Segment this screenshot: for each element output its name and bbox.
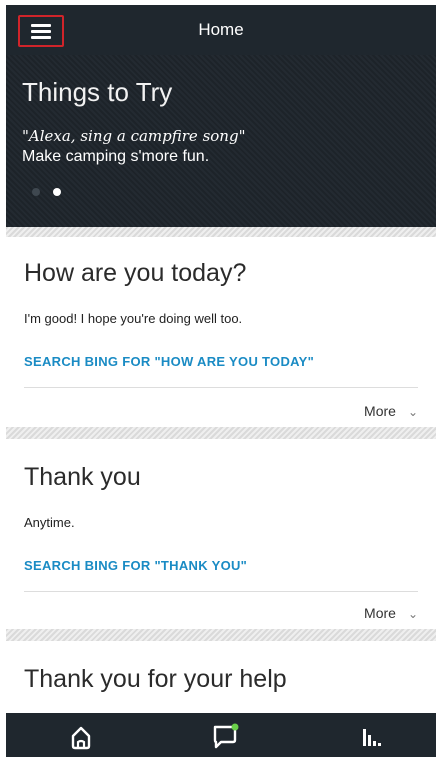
banner-title: Things to Try bbox=[22, 77, 173, 107]
banner-quote: "Alexa, sing a campfire song" bbox=[22, 127, 246, 145]
card-title: Thank you bbox=[24, 463, 141, 491]
card-response: I'm good! I hope you're doing well too. bbox=[24, 311, 243, 326]
app-frame: Home Things to Try "Alexa, sing a campfi… bbox=[6, 5, 436, 757]
card-response: Anytime. bbox=[24, 515, 75, 530]
notification-dot bbox=[231, 723, 239, 731]
page-title: Home bbox=[198, 20, 244, 39]
carousel-dot[interactable] bbox=[32, 188, 40, 196]
search-bing-link[interactable]: SEARCH BING FOR "HOW ARE YOU TODAY" bbox=[24, 354, 314, 369]
nav-home-button[interactable] bbox=[51, 713, 111, 757]
search-bing-link[interactable]: SEARCH BING FOR "THANK YOU" bbox=[24, 558, 247, 573]
nav-communicate-button[interactable] bbox=[194, 713, 254, 757]
more-button[interactable]: More ⌄ bbox=[364, 605, 418, 621]
card-thank-you-help: Thank you for your help bbox=[6, 641, 436, 713]
home-icon bbox=[71, 726, 91, 750]
things-to-try-banner[interactable]: Things to Try "Alexa, sing a campfire so… bbox=[6, 55, 436, 227]
chevron-down-icon: ⌄ bbox=[407, 607, 418, 621]
more-button[interactable]: More ⌄ bbox=[364, 403, 418, 419]
more-label: More bbox=[364, 403, 396, 419]
divider bbox=[6, 427, 436, 439]
card-divider bbox=[24, 591, 418, 592]
card-thank-you: Thank you Anytime. SEARCH BING FOR "THAN… bbox=[6, 439, 436, 629]
carousel-dot-active[interactable] bbox=[53, 188, 61, 196]
chevron-down-icon: ⌄ bbox=[407, 405, 418, 419]
top-header: Home bbox=[6, 5, 436, 55]
more-label: More bbox=[364, 605, 396, 621]
nav-play-button[interactable] bbox=[341, 713, 401, 757]
card-title: How are you today? bbox=[24, 259, 247, 287]
divider bbox=[6, 227, 436, 237]
card-how-are-you: How are you today? I'm good! I hope you'… bbox=[6, 237, 436, 427]
divider bbox=[6, 629, 436, 641]
bottom-nav bbox=[6, 713, 436, 757]
music-icon bbox=[363, 729, 381, 746]
chat-icon bbox=[213, 723, 239, 749]
card-divider bbox=[24, 387, 418, 388]
banner-subtitle: Make camping s'more fun. bbox=[22, 148, 210, 165]
card-title: Thank you for your help bbox=[24, 665, 287, 693]
